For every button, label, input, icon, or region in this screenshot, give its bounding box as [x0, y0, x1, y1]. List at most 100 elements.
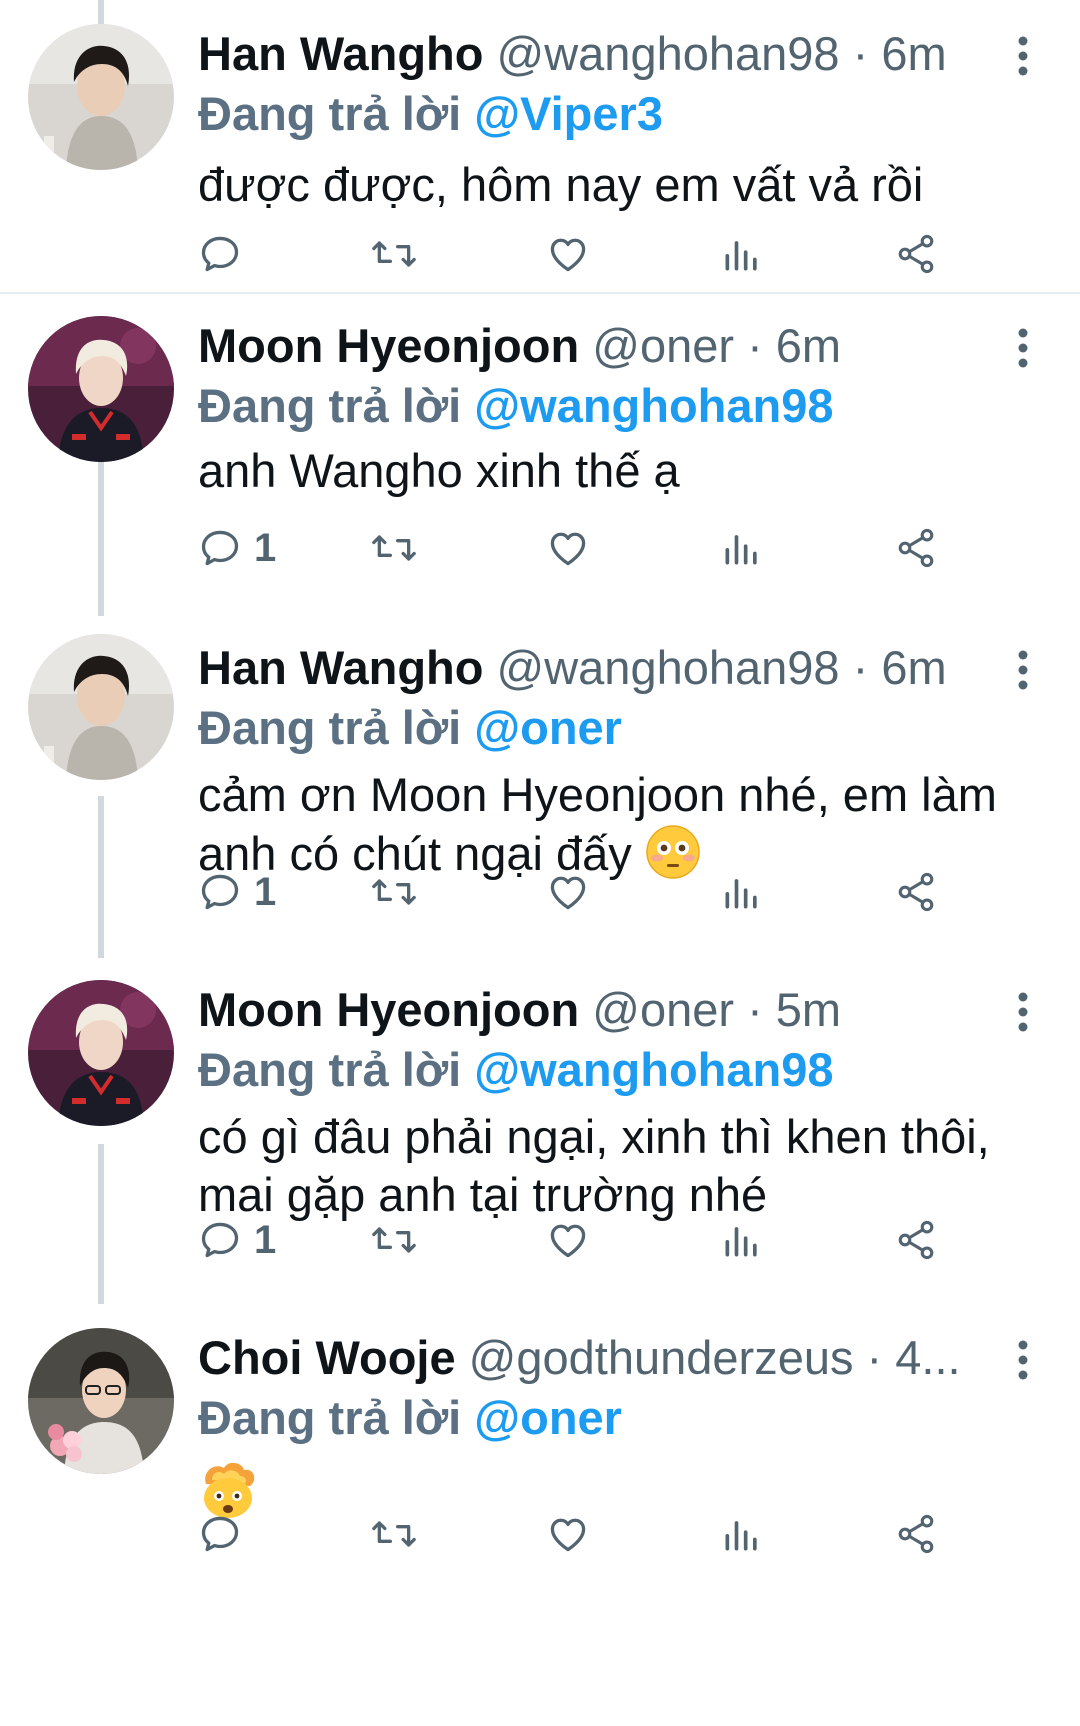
mention-link[interactable]: @Viper3 — [474, 87, 663, 140]
choi-wooje-avatar — [28, 1328, 174, 1474]
like-button[interactable] — [546, 864, 590, 920]
timestamp[interactable]: 6m — [881, 641, 946, 694]
more-options-button[interactable] — [1008, 326, 1038, 370]
action-bar — [198, 1506, 1018, 1562]
avatar[interactable] — [28, 1328, 174, 1474]
like-button[interactable] — [546, 1212, 590, 1268]
more-options-button[interactable] — [1008, 648, 1038, 692]
analytics-button[interactable] — [720, 1212, 764, 1268]
timestamp[interactable]: 6m — [881, 27, 946, 80]
user-handle[interactable]: @wanghohan98 — [497, 641, 840, 694]
action-bar: 1 — [198, 520, 1018, 576]
replying-label: Đang trả lời — [198, 701, 462, 754]
retweet-button[interactable] — [370, 520, 418, 576]
retweet-button[interactable] — [370, 226, 418, 282]
tweet[interactable]: Moon Hyeonjoon @oner · 6m Đang trả lời @… — [0, 294, 1080, 616]
share-icon — [898, 528, 934, 568]
reply-icon — [201, 874, 239, 910]
tweet-text: được được, hôm nay em vất vả rồi — [198, 158, 924, 211]
display-name[interactable]: Han Wangho — [198, 27, 483, 80]
mention-link[interactable]: @oner — [474, 1391, 622, 1444]
share-button[interactable] — [894, 520, 938, 576]
replying-label: Đang trả lời — [198, 1391, 462, 1444]
avatar[interactable] — [28, 634, 174, 780]
tweet[interactable]: Moon Hyeonjoon @oner · 5m Đang trả lời @… — [0, 958, 1080, 1304]
retweet-icon — [372, 1521, 416, 1547]
more-options-button[interactable] — [1008, 34, 1038, 78]
heart-icon — [550, 876, 586, 910]
share-icon — [898, 234, 934, 274]
display-name[interactable]: Moon Hyeonjoon — [198, 319, 579, 372]
reply-button[interactable] — [198, 226, 254, 282]
tweet-header: Choi Wooje @godthunderzeus · 4... — [198, 1326, 998, 1390]
retweet-button[interactable] — [370, 1212, 418, 1268]
timestamp[interactable]: 6m — [776, 319, 841, 372]
mention-link[interactable]: @wanghohan98 — [474, 1043, 833, 1096]
reply-icon — [201, 1222, 239, 1258]
tweet-text: anh Wangho xinh thế ạ — [198, 444, 680, 497]
like-button[interactable] — [546, 520, 590, 576]
display-name[interactable]: Moon Hyeonjoon — [198, 983, 579, 1036]
reply-count: 1 — [254, 1217, 277, 1262]
separator-dot: · — [866, 1331, 883, 1384]
tweet[interactable]: Han Wangho @wanghohan98 · 6m Đang trả lờ… — [0, 616, 1080, 958]
analytics-icon — [725, 535, 757, 565]
mention-link[interactable]: @oner — [474, 701, 622, 754]
share-button[interactable] — [894, 1212, 938, 1268]
tweet[interactable]: Choi Wooje @godthunderzeus · 4... Đang t… — [0, 1304, 1080, 1726]
avatar[interactable] — [28, 316, 174, 462]
like-button[interactable] — [546, 226, 590, 282]
han-wangho-avatar — [28, 24, 174, 170]
separator-dot: · — [747, 983, 763, 1036]
heart-icon — [550, 1518, 586, 1552]
separator-dot: · — [852, 641, 869, 694]
reply-feed: Han Wangho @wanghohan98 · 6m Đang trả lờ… — [0, 0, 1080, 1726]
separator-dot: · — [747, 319, 763, 372]
heart-icon — [550, 1224, 586, 1258]
reply-button[interactable]: 1 — [198, 1212, 276, 1268]
reply-button[interactable] — [198, 1506, 254, 1562]
retweet-button[interactable] — [370, 1506, 418, 1562]
reply-count: 1 — [254, 869, 277, 914]
share-button[interactable] — [894, 864, 938, 920]
tweet[interactable]: Han Wangho @wanghohan98 · 6m Đang trả lờ… — [0, 0, 1080, 292]
share-icon — [898, 1514, 934, 1554]
like-button[interactable] — [546, 1506, 590, 1562]
avatar[interactable] — [28, 24, 174, 170]
analytics-button[interactable] — [720, 520, 764, 576]
share-button[interactable] — [894, 226, 938, 282]
mention-link[interactable]: @wanghohan98 — [474, 379, 833, 432]
analytics-button[interactable] — [720, 864, 764, 920]
reply-icon — [201, 530, 239, 566]
analytics-icon — [725, 1227, 757, 1257]
display-name[interactable]: Han Wangho — [198, 641, 483, 694]
replying-to: Đang trả lời @Viper3 — [198, 82, 1058, 146]
user-handle[interactable]: @wanghohan98 — [497, 27, 840, 80]
heart-icon — [550, 532, 586, 566]
analytics-button[interactable] — [720, 226, 764, 282]
more-vertical-icon — [1018, 1340, 1028, 1380]
more-options-button[interactable] — [1008, 1338, 1038, 1382]
reply-icon — [201, 1516, 239, 1552]
analytics-button[interactable] — [720, 1506, 764, 1562]
user-handle[interactable]: @oner — [592, 983, 734, 1036]
timestamp[interactable]: 5m — [776, 983, 841, 1036]
replying-label: Đang trả lời — [198, 379, 462, 432]
timestamp[interactable]: 4... — [895, 1331, 960, 1384]
reply-button[interactable]: 1 — [198, 520, 276, 576]
reply-button[interactable]: 1 — [198, 864, 276, 920]
retweet-button[interactable] — [370, 864, 418, 920]
moon-hyeonjoon-avatar — [28, 980, 174, 1126]
action-bar: 1 — [198, 1212, 1018, 1268]
more-options-button[interactable] — [1008, 990, 1038, 1034]
tweet-header: Moon Hyeonjoon @oner · 5m — [198, 978, 998, 1042]
user-handle[interactable]: @godthunderzeus — [469, 1331, 854, 1384]
retweet-icon — [372, 535, 416, 561]
tweet-text: có gì đâu phải ngại, xinh thì khen thôi,… — [198, 1110, 990, 1221]
tweet-header: Moon Hyeonjoon @oner · 6m — [198, 314, 998, 378]
avatar[interactable] — [28, 980, 174, 1126]
user-handle[interactable]: @oner — [592, 319, 734, 372]
display-name[interactable]: Choi Wooje — [198, 1331, 456, 1384]
share-button[interactable] — [894, 1506, 938, 1562]
han-wangho-avatar — [28, 634, 174, 780]
